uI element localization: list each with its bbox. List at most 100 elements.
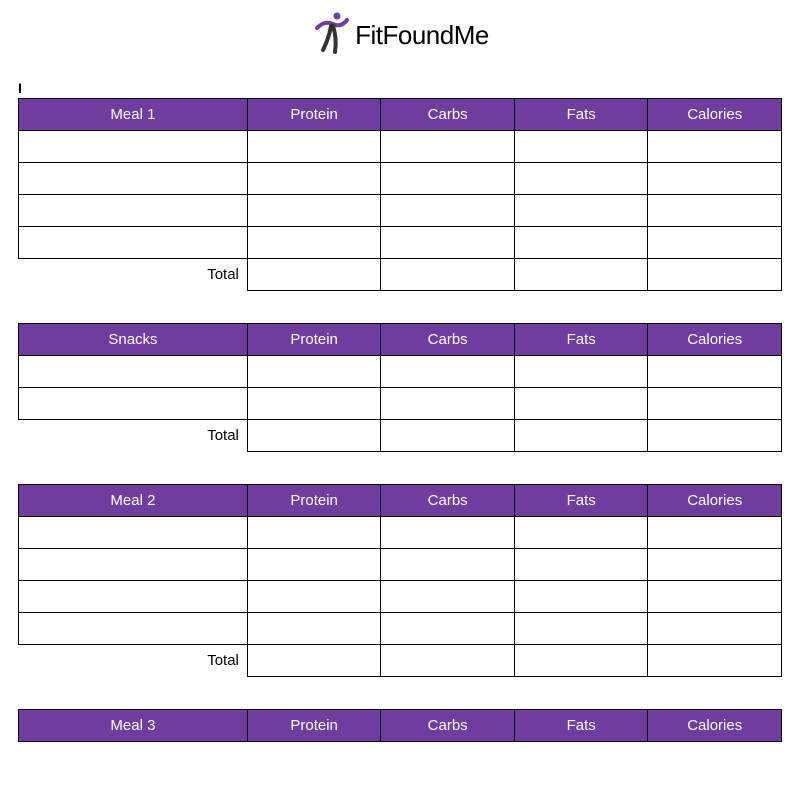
logo-container: FitFoundMe: [0, 0, 800, 80]
fats-cell[interactable]: [514, 356, 648, 388]
fats-header: Fats: [514, 324, 648, 356]
fats-total-cell[interactable]: [514, 645, 648, 677]
carbs-total-cell[interactable]: [381, 420, 515, 452]
calories-header: Calories: [648, 485, 782, 517]
protein-total-cell[interactable]: [247, 420, 381, 452]
carbs-cell[interactable]: [381, 131, 515, 163]
protein-header: Protein: [247, 99, 381, 131]
protein-cell[interactable]: [247, 131, 381, 163]
calories-header: Calories: [648, 99, 782, 131]
protein-cell[interactable]: [247, 549, 381, 581]
protein-header: Protein: [247, 324, 381, 356]
fats-cell[interactable]: [514, 613, 648, 645]
carbs-cell[interactable]: [381, 581, 515, 613]
carbs-cell[interactable]: [381, 388, 515, 420]
cursor-mark: I: [0, 80, 800, 96]
table-row: [19, 388, 782, 420]
carbs-cell[interactable]: [381, 195, 515, 227]
calories-total-cell[interactable]: [648, 259, 782, 291]
fats-cell[interactable]: [514, 549, 648, 581]
food-cell[interactable]: [19, 227, 248, 259]
food-cell[interactable]: [19, 131, 248, 163]
calories-cell[interactable]: [648, 613, 782, 645]
fats-cell[interactable]: [514, 227, 648, 259]
calories-cell[interactable]: [648, 549, 782, 581]
calories-cell[interactable]: [648, 195, 782, 227]
carbs-header: Carbs: [381, 99, 515, 131]
fats-header: Fats: [514, 99, 648, 131]
food-cell[interactable]: [19, 163, 248, 195]
food-cell[interactable]: [19, 517, 248, 549]
calories-cell[interactable]: [648, 356, 782, 388]
table-row: [19, 163, 782, 195]
section-title-header: Meal 2: [19, 485, 248, 517]
table-row: [19, 195, 782, 227]
calories-cell[interactable]: [648, 163, 782, 195]
calories-total-cell[interactable]: [648, 420, 782, 452]
protein-header: Protein: [247, 710, 381, 742]
section-title-header: Meal 3: [19, 710, 248, 742]
carbs-cell[interactable]: [381, 227, 515, 259]
calories-cell[interactable]: [648, 517, 782, 549]
carbs-total-cell[interactable]: [381, 259, 515, 291]
fats-total-cell[interactable]: [514, 420, 648, 452]
carbs-header: Carbs: [381, 710, 515, 742]
table-row: [19, 613, 782, 645]
calories-cell[interactable]: [648, 227, 782, 259]
protein-cell[interactable]: [247, 613, 381, 645]
table-header-row: Meal 3 Protein Carbs Fats Calories: [19, 710, 782, 742]
section-title-header: Meal 1: [19, 99, 248, 131]
food-cell[interactable]: [19, 195, 248, 227]
meal-1-table: Meal 1 Protein Carbs Fats Calories Total: [18, 98, 782, 291]
total-row: Total: [19, 645, 782, 677]
carbs-cell[interactable]: [381, 613, 515, 645]
protein-cell[interactable]: [247, 195, 381, 227]
protein-cell[interactable]: [247, 227, 381, 259]
logo-icon: [311, 10, 351, 60]
fats-cell[interactable]: [514, 195, 648, 227]
fats-total-cell[interactable]: [514, 259, 648, 291]
total-row: Total: [19, 420, 782, 452]
protein-cell[interactable]: [247, 388, 381, 420]
carbs-cell[interactable]: [381, 549, 515, 581]
food-cell[interactable]: [19, 356, 248, 388]
carbs-cell[interactable]: [381, 356, 515, 388]
table-row: [19, 356, 782, 388]
fats-cell[interactable]: [514, 517, 648, 549]
protein-cell[interactable]: [247, 163, 381, 195]
calories-header: Calories: [648, 710, 782, 742]
carbs-cell[interactable]: [381, 163, 515, 195]
brand-name: FitFoundMe: [355, 20, 489, 51]
food-cell[interactable]: [19, 549, 248, 581]
protein-total-cell[interactable]: [247, 259, 381, 291]
calories-total-cell[interactable]: [648, 645, 782, 677]
total-label: Total: [19, 259, 248, 291]
calories-cell[interactable]: [648, 131, 782, 163]
table-row: [19, 581, 782, 613]
tables-wrapper: Meal 1 Protein Carbs Fats Calories Total…: [0, 98, 800, 742]
fats-cell[interactable]: [514, 581, 648, 613]
protein-total-cell[interactable]: [247, 645, 381, 677]
calories-header: Calories: [648, 324, 782, 356]
fats-header: Fats: [514, 710, 648, 742]
table-row: [19, 517, 782, 549]
calories-cell[interactable]: [648, 581, 782, 613]
table-row: [19, 549, 782, 581]
calories-cell[interactable]: [648, 388, 782, 420]
protein-cell[interactable]: [247, 356, 381, 388]
food-cell[interactable]: [19, 613, 248, 645]
fats-cell[interactable]: [514, 131, 648, 163]
fats-cell[interactable]: [514, 163, 648, 195]
brand-logo: FitFoundMe: [311, 10, 489, 60]
total-row: Total: [19, 259, 782, 291]
snacks-table: Snacks Protein Carbs Fats Calories Total: [18, 323, 782, 452]
carbs-cell[interactable]: [381, 517, 515, 549]
fats-cell[interactable]: [514, 388, 648, 420]
carbs-total-cell[interactable]: [381, 645, 515, 677]
protein-cell[interactable]: [247, 581, 381, 613]
food-cell[interactable]: [19, 388, 248, 420]
protein-cell[interactable]: [247, 517, 381, 549]
food-cell[interactable]: [19, 581, 248, 613]
protein-header: Protein: [247, 485, 381, 517]
section-title-header: Snacks: [19, 324, 248, 356]
